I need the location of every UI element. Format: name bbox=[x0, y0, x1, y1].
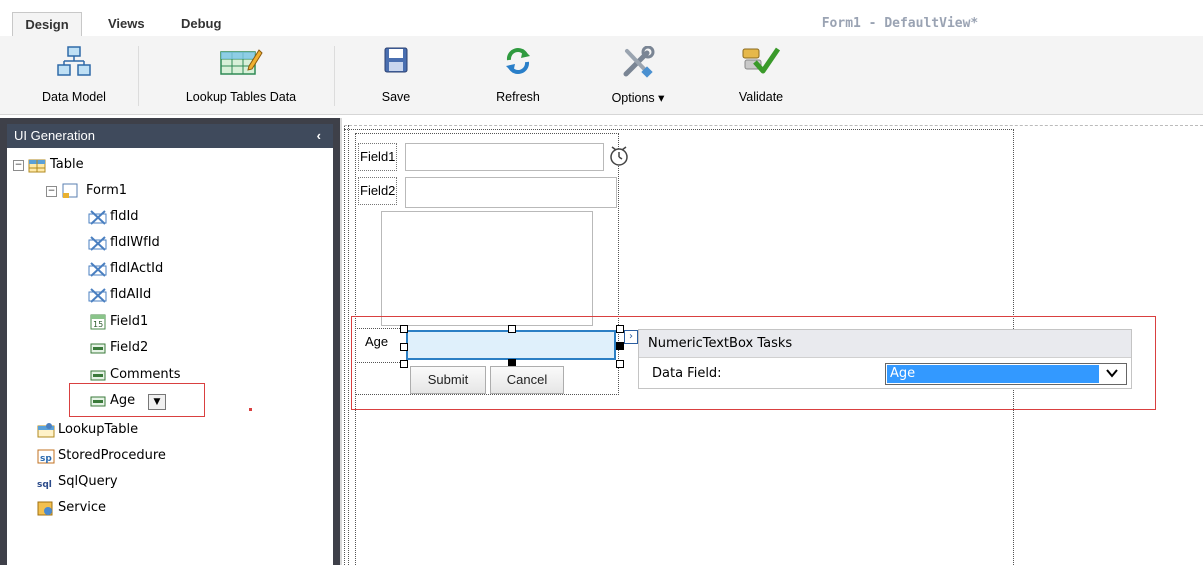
tree-item-lookuptable[interactable]: LookupTable bbox=[10, 419, 210, 441]
tools-icon bbox=[621, 45, 655, 82]
sql-query-icon: sql bbox=[37, 474, 55, 490]
textbox-field-icon bbox=[90, 340, 108, 356]
date-field-icon: 15 bbox=[90, 314, 108, 330]
ribbon-separator bbox=[334, 46, 335, 106]
save-label: Save bbox=[381, 90, 411, 104]
field1-input[interactable] bbox=[405, 143, 604, 171]
tree-label: Form1 bbox=[86, 183, 128, 198]
refresh-button[interactable]: Refresh bbox=[480, 36, 556, 112]
tree-item-fldaiid[interactable]: fldAIId bbox=[10, 284, 210, 306]
form-icon bbox=[62, 183, 80, 199]
hidden-field-icon bbox=[88, 261, 107, 277]
svg-text:15: 15 bbox=[93, 320, 103, 329]
data-model-label: Data Model bbox=[42, 90, 106, 104]
collapse-toggle-icon[interactable]: − bbox=[13, 160, 24, 171]
tab-debug[interactable]: Debug bbox=[181, 12, 221, 36]
field2-input[interactable] bbox=[405, 177, 617, 208]
document-title: Form1 - DefaultView* bbox=[821, 16, 979, 31]
validate-check-icon bbox=[741, 46, 781, 80]
tree-label: Field2 bbox=[110, 340, 149, 355]
tree-item-service[interactable]: Service bbox=[10, 497, 210, 519]
tree-item-form1[interactable]: − Form1 bbox=[10, 180, 210, 202]
svg-text:sql: sql bbox=[37, 480, 52, 490]
validate-label: Validate bbox=[738, 90, 784, 104]
service-icon bbox=[37, 500, 55, 516]
tree-label: Table bbox=[50, 157, 84, 172]
tree-item-sqlquery[interactable]: sql SqlQuery bbox=[10, 471, 210, 493]
marker-dot bbox=[249, 408, 252, 411]
age-highlight-box bbox=[69, 383, 205, 417]
field1-label: Field1 bbox=[358, 143, 398, 171]
tree-item-fldid[interactable]: fldId bbox=[10, 206, 210, 228]
data-model-button[interactable]: Data Model bbox=[28, 36, 120, 112]
sidebar-title: UI Generation bbox=[14, 128, 95, 143]
tree-label: fldIWfId bbox=[110, 235, 160, 250]
field2-label: Field2 bbox=[358, 177, 398, 205]
tree-item-storedprocedure[interactable]: sp StoredProcedure bbox=[10, 445, 210, 467]
tree-item-field2[interactable]: Field2 bbox=[10, 337, 210, 359]
canvas-border bbox=[344, 125, 1203, 126]
table-icon bbox=[28, 157, 46, 173]
ribbon-separator bbox=[138, 46, 139, 106]
lookup-table-icon bbox=[37, 422, 55, 438]
tree-item-fldiwfid[interactable]: fldIWfId bbox=[10, 232, 210, 254]
tasks-highlight-box bbox=[351, 316, 1156, 410]
collapse-toggle-icon[interactable]: − bbox=[46, 186, 57, 197]
tree-label: fldIActId bbox=[110, 261, 164, 276]
tree-item-fldiactid[interactable]: fldIActId bbox=[10, 258, 210, 280]
svg-text:sp: sp bbox=[40, 454, 52, 464]
tree-label: Field1 bbox=[110, 314, 149, 329]
tree-label: fldId bbox=[110, 209, 139, 224]
tree-item-table[interactable]: − Table bbox=[10, 154, 210, 176]
lookup-tables-data-label: Lookup Tables Data bbox=[185, 90, 297, 104]
collapse-sidebar-icon[interactable]: ‹ bbox=[317, 124, 321, 148]
clock-icon[interactable] bbox=[608, 144, 630, 172]
options-button[interactable]: Options ▾ bbox=[598, 36, 678, 112]
tree-label: Service bbox=[58, 500, 107, 515]
refresh-label: Refresh bbox=[496, 90, 540, 104]
tab-views[interactable]: Views bbox=[108, 12, 145, 36]
tree-label: StoredProcedure bbox=[58, 448, 166, 463]
floppy-disk-icon bbox=[383, 46, 409, 78]
sidebar-header: UI Generation ‹ bbox=[7, 124, 333, 148]
canvas-border bbox=[344, 129, 1014, 130]
save-button[interactable]: Save bbox=[368, 36, 424, 112]
data-model-icon bbox=[57, 46, 91, 82]
tab-bar: Design Views Debug Form1 - DefaultView* bbox=[0, 0, 1203, 37]
tree-item-field1[interactable]: 15 Field1 bbox=[10, 311, 210, 333]
tab-design[interactable]: Design bbox=[12, 12, 82, 37]
refresh-icon bbox=[503, 46, 533, 80]
hidden-field-icon bbox=[88, 235, 107, 251]
stored-procedure-icon: sp bbox=[37, 448, 55, 464]
table-edit-icon bbox=[219, 46, 263, 80]
tree-label: SqlQuery bbox=[58, 474, 118, 489]
lookup-tables-data-button[interactable]: Lookup Tables Data bbox=[170, 36, 312, 112]
form-border bbox=[355, 133, 619, 134]
hidden-field-icon bbox=[88, 287, 107, 303]
canvas-border bbox=[344, 125, 345, 565]
hidden-field-icon bbox=[88, 209, 107, 225]
canvas-border bbox=[348, 125, 349, 565]
validate-button[interactable]: Validate bbox=[726, 36, 796, 112]
tree-label: LookupTable bbox=[58, 422, 139, 437]
options-label: Options ▾ bbox=[611, 91, 665, 105]
tree-label: fldAIId bbox=[110, 287, 152, 302]
comments-textarea[interactable] bbox=[381, 211, 593, 326]
textbox-field-icon bbox=[90, 367, 108, 383]
dropdown-arrow-icon: ▾ bbox=[658, 91, 665, 105]
ribbon-toolbar: Data Model Lookup Tables Data Save Refre… bbox=[0, 36, 1203, 115]
